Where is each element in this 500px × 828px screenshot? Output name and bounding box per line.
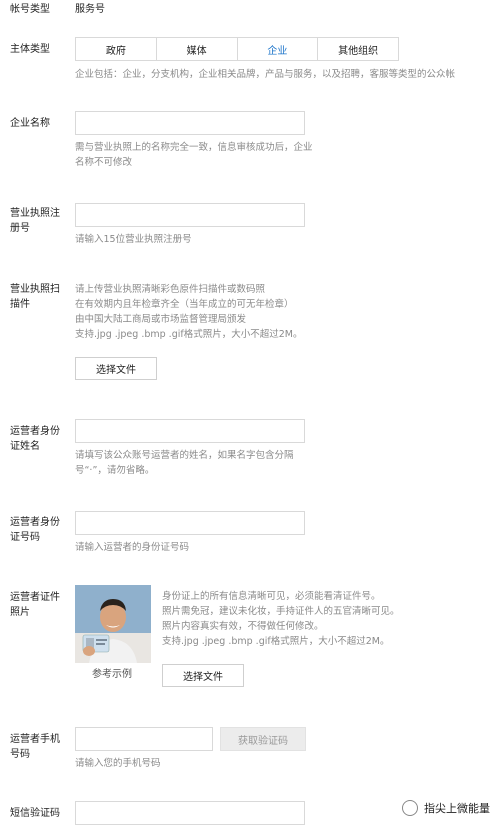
get-verification-code-button[interactable]: 获取验证码 bbox=[220, 727, 306, 751]
company-name-input[interactable] bbox=[75, 111, 305, 135]
operator-phone-input[interactable] bbox=[75, 727, 213, 751]
license-scan-choose-file-button[interactable]: 选择文件 bbox=[75, 357, 157, 380]
entity-type-tabs: 政府 媒体 企业 其他组织 bbox=[75, 37, 399, 61]
account-type-label: 帐号类型 bbox=[10, 4, 50, 15]
sms-code-input[interactable] bbox=[75, 801, 305, 825]
license-scan-label: 营业执照扫 描件 bbox=[10, 284, 60, 310]
company-name-label: 企业名称 bbox=[10, 118, 50, 129]
license-number-label: 营业执照注 册号 bbox=[10, 208, 60, 234]
operator-phone-hint: 请输入您的手机号码 bbox=[75, 758, 161, 769]
operator-name-label: 运营者身份 证姓名 bbox=[10, 426, 60, 452]
example-photo bbox=[75, 585, 151, 663]
tab-enterprise[interactable]: 企业 bbox=[238, 38, 319, 60]
operator-id-input[interactable] bbox=[75, 511, 305, 535]
operator-name-hint: 请填写该公众账号运营者的姓名，如果名字包含分隔 号“·”，请勿省略。 bbox=[75, 450, 294, 476]
operator-photo-label: 运营者证件 照片 bbox=[10, 592, 60, 618]
example-photo-caption: 参考示例 bbox=[92, 669, 132, 680]
license-number-input[interactable] bbox=[75, 203, 305, 227]
operator-photo-hint: 身份证上的所有信息清晰可见，必须能看清证件号。 照片需免冠，建议未化妆，手持证件… bbox=[162, 591, 400, 647]
tab-media[interactable]: 媒体 bbox=[157, 38, 238, 60]
license-number-hint: 请输入15位营业执照注册号 bbox=[75, 234, 192, 245]
operator-photo-choose-file-button[interactable]: 选择文件 bbox=[162, 664, 244, 687]
entity-type-hint: 企业包括：企业，分支机构，企业相关品牌，产品与服务，以及招聘，客服等类型的公众帐 bbox=[75, 69, 456, 80]
watermark: 指尖上微能量 bbox=[402, 800, 490, 816]
operator-id-hint: 请输入运营者的身份证号码 bbox=[75, 542, 190, 553]
account-type-value: 服务号 bbox=[75, 4, 105, 15]
company-name-hint: 需与营业执照上的名称完全一致，信息审核成功后，企业 名称不可修改 bbox=[75, 142, 313, 168]
tab-other-organization[interactable]: 其他组织 bbox=[318, 38, 398, 60]
person-holding-id-image bbox=[75, 585, 151, 663]
entity-type-label: 主体类型 bbox=[10, 44, 50, 55]
watermark-text: 指尖上微能量 bbox=[424, 802, 490, 815]
license-scan-hint: 请上传营业执照清晰彩色原件扫描件或数码照 在有效期内且年检章齐全（当年成立的可无… bbox=[75, 284, 303, 340]
tab-government[interactable]: 政府 bbox=[76, 38, 157, 60]
sms-code-label: 短信验证码 bbox=[10, 808, 60, 819]
operator-id-label: 运营者身份 证号码 bbox=[10, 517, 60, 543]
wechat-logo-icon bbox=[402, 800, 418, 816]
operator-phone-label: 运营者手机 号码 bbox=[10, 734, 60, 760]
operator-name-input[interactable] bbox=[75, 419, 305, 443]
